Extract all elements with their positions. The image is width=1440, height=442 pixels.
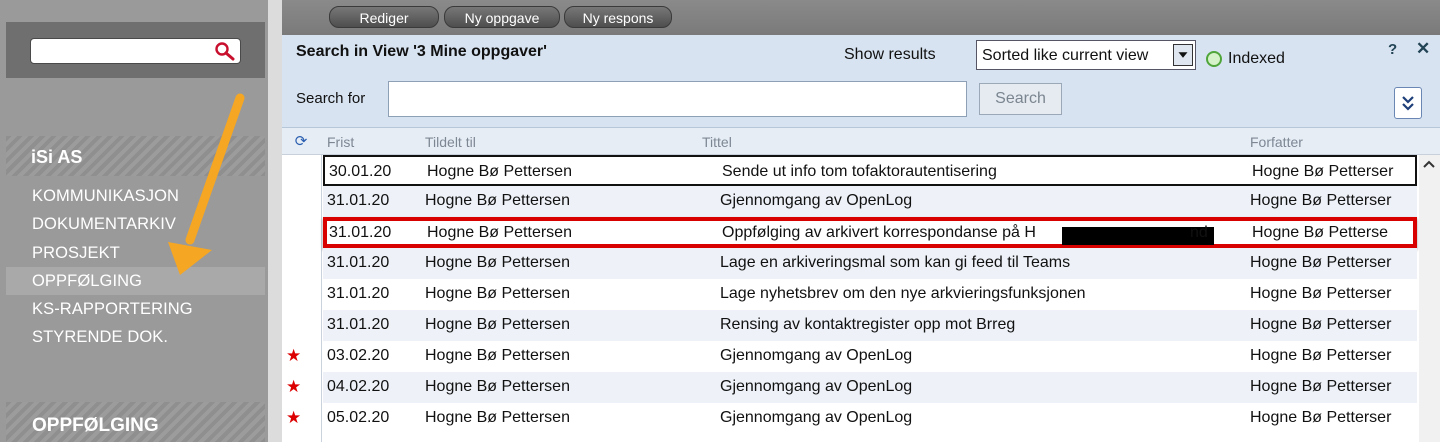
column-header-tittel[interactable]: Tittel bbox=[702, 134, 732, 150]
cell-tittel: Rensing av kontaktregister opp mot Brreg bbox=[720, 316, 1016, 333]
row-cells: 31.01.20 Hogne Bø Pettersen Lage en arki… bbox=[323, 248, 1417, 279]
ny-oppgave-button[interactable]: Ny oppgave bbox=[444, 6, 560, 28]
cell-frist: 31.01.20 bbox=[327, 285, 390, 302]
table-row-highlighted[interactable]: 31.01.20 Hogne Bø Pettersen Oppfølging a… bbox=[282, 217, 1440, 248]
section-title: OPPFØLGING bbox=[32, 415, 159, 436]
cell-forfatter: Hogne Bø Petterser bbox=[1252, 163, 1394, 180]
cell-tildelt: Hogne Bø Pettersen bbox=[425, 378, 570, 395]
search-for-label: Search for bbox=[296, 90, 366, 107]
table-row[interactable]: ★ 05.02.20 Hogne Bø Pettersen Gjennomgan… bbox=[282, 403, 1440, 434]
table-row[interactable]: ★ 03.02.20 Hogne Bø Pettersen Gjennomgan… bbox=[282, 341, 1440, 372]
cell-forfatter: Hogne Bø Petterser bbox=[1250, 192, 1392, 209]
refresh-icon[interactable]: ⟳ bbox=[290, 133, 312, 150]
task-list: 30.01.20 Hogne Bø Pettersen Sende ut inf… bbox=[282, 155, 1440, 442]
row-cells: 04.02.20 Hogne Bø Pettersen Gjennomgang … bbox=[323, 372, 1417, 403]
close-button[interactable]: ✕ bbox=[1416, 39, 1430, 59]
cell-tildelt: Hogne Bø Pettersen bbox=[425, 192, 570, 209]
main-panel: Rediger Ny oppgave Ny respons Search in … bbox=[282, 0, 1440, 442]
toolbar: Rediger Ny oppgave Ny respons bbox=[282, 0, 1440, 35]
row-cells: 03.02.20 Hogne Bø Pettersen Gjennomgang … bbox=[323, 341, 1417, 372]
indexed-label: Indexed bbox=[1228, 50, 1285, 67]
cell-tildelt: Hogne Bø Pettersen bbox=[425, 285, 570, 302]
grid-header: ⟳ Frist Tildelt til Tittel Forfatter bbox=[282, 128, 1440, 155]
cell-frist: 03.02.20 bbox=[327, 347, 390, 364]
ny-respons-button[interactable]: Ny respons bbox=[564, 6, 672, 28]
sort-select-value: Sorted like current view bbox=[982, 47, 1149, 64]
cell-forfatter: Hogne Bø Petterser bbox=[1250, 285, 1392, 302]
cell-forfatter: Hogne Bø Petterser bbox=[1250, 316, 1392, 333]
table-row[interactable]: 31.01.20 Hogne Bø Pettersen Rensing av k… bbox=[282, 310, 1440, 341]
cell-tittel: Gjennomgang av OpenLog bbox=[720, 347, 913, 364]
table-row[interactable]: 31.01.20 Hogne Bø Pettersen Lage nyhetsb… bbox=[282, 279, 1440, 310]
row-cells: 05.02.20 Hogne Bø Pettersen Gjennomgang … bbox=[323, 403, 1417, 434]
column-header-tildelt-til[interactable]: Tildelt til bbox=[425, 134, 476, 150]
cell-frist: 31.01.20 bbox=[327, 316, 390, 333]
sidebar-item-styrende-dok[interactable]: STYRENDE DOK. bbox=[6, 323, 265, 351]
cell-tittel: Gjennomgang av OpenLog bbox=[720, 378, 913, 395]
star-icon: ★ bbox=[286, 408, 302, 427]
search-button[interactable]: Search bbox=[979, 83, 1062, 115]
cell-forfatter: Hogne Bø Petterser bbox=[1250, 254, 1392, 271]
indexed-status-icon bbox=[1206, 51, 1222, 67]
cell-tittel: Sende ut info tom tofaktorautentisering bbox=[722, 163, 997, 180]
search-panel: Search in View '3 Mine oppgaver' Show re… bbox=[282, 35, 1440, 128]
chevron-double-down-icon[interactable] bbox=[1394, 87, 1422, 119]
cell-forfatter: Hogne Bø Petterse bbox=[1252, 224, 1389, 241]
cell-tittel: Gjennomgang av OpenLog bbox=[720, 409, 913, 426]
company-name: iSi AS bbox=[31, 147, 83, 167]
sidebar-search-panel bbox=[6, 22, 265, 78]
cell-frist: 31.01.20 bbox=[329, 224, 392, 241]
star-icon: ★ bbox=[286, 346, 302, 365]
cell-tildelt: Hogne Bø Pettersen bbox=[425, 409, 570, 426]
cell-frist: 05.02.20 bbox=[327, 409, 390, 426]
column-header-frist[interactable]: Frist bbox=[327, 134, 354, 150]
table-row[interactable]: ★ 04.02.20 Hogne Bø Pettersen Gjennomgan… bbox=[282, 372, 1440, 403]
vertical-scrollbar[interactable] bbox=[1419, 155, 1440, 442]
search-icon[interactable] bbox=[214, 41, 236, 61]
arrow-annotation-icon bbox=[168, 93, 245, 275]
cell-tildelt: Hogne Bø Pettersen bbox=[425, 254, 570, 271]
search-for-input[interactable] bbox=[388, 81, 967, 117]
cell-frist: 04.02.20 bbox=[327, 378, 390, 395]
row-cells: 31.01.20 Hogne Bø Pettersen Rensing av k… bbox=[323, 310, 1417, 341]
cell-frist: 31.01.20 bbox=[327, 254, 390, 271]
chevron-down-icon[interactable] bbox=[1173, 44, 1193, 66]
cell-tildelt: Hogne Bø Pettersen bbox=[427, 224, 572, 241]
row-cells: 31.01.20 Hogne Bø Pettersen Lage nyhetsb… bbox=[323, 279, 1417, 310]
cell-tittel: Gjennomgang av OpenLog bbox=[720, 192, 913, 209]
star-icon: ★ bbox=[286, 377, 302, 396]
cell-forfatter: Hogne Bø Petterser bbox=[1250, 378, 1392, 395]
sidebar: iSi AS KOMMUNIKASJON DOKUMENTARKIV PROSJ… bbox=[0, 0, 268, 442]
sort-select[interactable]: Sorted like current view bbox=[976, 40, 1196, 70]
show-results-label: Show results bbox=[844, 46, 936, 63]
row-cells: 30.01.20 Hogne Bø Pettersen Sende ut inf… bbox=[323, 155, 1417, 186]
panel-divider[interactable] bbox=[268, 0, 282, 442]
row-cells: 31.01.20 Hogne Bø Pettersen Oppfølging a… bbox=[323, 217, 1417, 248]
cell-tittel: Lage en arkiveringsmal som kan gi feed t… bbox=[720, 254, 1071, 271]
section-header: OPPFØLGING bbox=[6, 402, 265, 442]
rediger-button[interactable]: Rediger bbox=[329, 6, 439, 28]
cell-tittel: Oppfølging av arkivert korrespondanse på… bbox=[722, 224, 1036, 241]
cell-frist: 30.01.20 bbox=[329, 163, 392, 180]
cell-tittel: Lage nyhetsbrev om den nye arkvieringsfu… bbox=[720, 285, 1086, 302]
cell-forfatter: Hogne Bø Petterser bbox=[1250, 347, 1392, 364]
cell-tittel-end: nd bbox=[1190, 224, 1208, 241]
cell-tildelt: Hogne Bø Pettersen bbox=[427, 163, 572, 180]
row-cells: 31.01.20 Hogne Bø Pettersen Gjennomgang … bbox=[323, 186, 1417, 217]
sidebar-search-input[interactable] bbox=[30, 38, 241, 64]
sidebar-item-ks-rapportering[interactable]: KS-RAPPORTERING bbox=[6, 295, 265, 323]
cell-tildelt: Hogne Bø Pettersen bbox=[425, 347, 570, 364]
column-header-forfatter[interactable]: Forfatter bbox=[1250, 134, 1303, 150]
search-title: Search in View '3 Mine oppgaver' bbox=[296, 43, 547, 60]
table-row[interactable]: 31.01.20 Hogne Bø Pettersen Gjennomgang … bbox=[282, 186, 1440, 217]
chevron-up-icon[interactable] bbox=[1422, 159, 1436, 169]
cell-forfatter: Hogne Bø Petterser bbox=[1250, 409, 1392, 426]
cell-tildelt: Hogne Bø Pettersen bbox=[425, 316, 570, 333]
cell-frist: 31.01.20 bbox=[327, 192, 390, 209]
table-row[interactable]: 30.01.20 Hogne Bø Pettersen Sende ut inf… bbox=[282, 155, 1440, 186]
table-row[interactable]: 31.01.20 Hogne Bø Pettersen Lage en arki… bbox=[282, 248, 1440, 279]
help-button[interactable]: ? bbox=[1388, 41, 1397, 58]
